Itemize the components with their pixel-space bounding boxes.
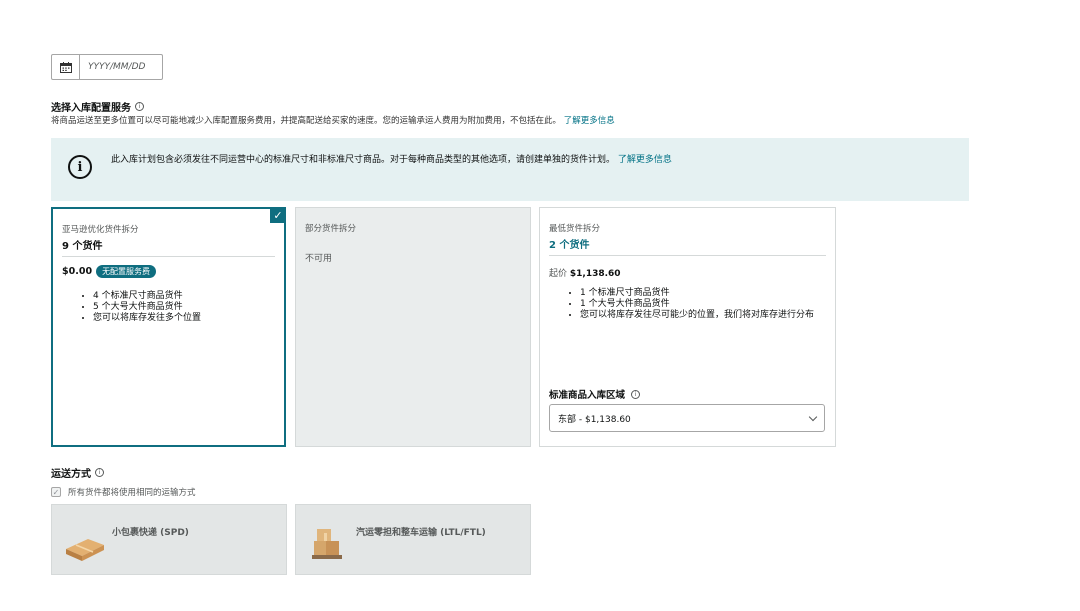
option-partial-split: 部分货件拆分 不可用 xyxy=(295,207,531,447)
region-label: 标准商品入库区域 i xyxy=(549,387,641,401)
alert-message-text: 此入库计划包含必须发往不同运营中心的标准尺寸和非标准尺寸商品。对于每种商品类型的… xyxy=(111,155,616,165)
date-input[interactable] xyxy=(80,62,160,72)
list-item: 4 个标准尺寸商品货件 xyxy=(93,291,201,302)
date-picker[interactable] xyxy=(51,54,163,80)
checkmark-icon: ✓ xyxy=(270,207,286,223)
price-value: $1,138.60 xyxy=(569,269,621,279)
option-price: $0.00 无配置服务费 xyxy=(62,265,157,278)
chevron-down-icon xyxy=(808,412,818,421)
option-subtitle: 亚马逊优化货件拆分 xyxy=(62,225,139,235)
option-title: 9 个货件 xyxy=(62,241,103,252)
option-status: 不可用 xyxy=(305,254,333,264)
alert-learn-more-link[interactable]: 了解更多信息 xyxy=(618,155,672,165)
same-method-checkbox[interactable]: ✓ xyxy=(51,487,61,497)
list-item: 1 个大号大件商品货件 xyxy=(580,299,820,310)
pallet-boxes-icon xyxy=(306,519,352,565)
list-item: 5 个大号大件商品货件 xyxy=(93,302,201,313)
placement-description: 将商品运送至更多位置可以尽可能地减少入库配置服务费用，并提高配送给买家的速度。您… xyxy=(51,114,615,126)
parcel-box-icon xyxy=(62,519,108,565)
list-item: 1 个标准尺寸商品货件 xyxy=(580,288,820,299)
option-subtitle: 部分货件拆分 xyxy=(305,224,357,234)
option-bullets: 4 个标准尺寸商品货件 5 个大号大件商品货件 您可以将库存发往多个位置 xyxy=(93,291,201,324)
price-value: $0.00 xyxy=(62,266,93,277)
shipping-method-label: 小包裹快递 (SPD) xyxy=(112,528,189,538)
option-price: 起价 $1,138.60 xyxy=(549,266,621,279)
placement-section-title: 选择入库配置服务 i xyxy=(51,99,144,114)
list-item: 您可以将库存发往多个位置 xyxy=(93,313,201,324)
option-bullets: 1 个标准尺寸商品货件 1 个大号大件商品货件 您可以将库存发往尽可能少的位置，… xyxy=(580,288,820,321)
region-select[interactable]: 东部 - $1,138.60 xyxy=(549,404,825,432)
shipping-method-label: 汽运零担和整车运输 (LTL/FTL) xyxy=(356,528,486,538)
list-item: 您可以将库存发往尽可能少的位置，我们将对库存进行分布 xyxy=(580,310,820,321)
calendar-icon[interactable] xyxy=(52,55,80,79)
no-fee-badge: 无配置服务费 xyxy=(96,265,157,278)
from-label: 起价 xyxy=(549,269,568,279)
alert-message: 此入库计划包含必须发往不同运营中心的标准尺寸和非标准尺寸商品。对于每种商品类型的… xyxy=(111,152,672,165)
option-minimal-split[interactable]: 最低货件拆分 2 个货件 起价 $1,138.60 1 个标准尺寸商品货件 1 … xyxy=(539,207,836,447)
shipping-title-text: 运送方式 xyxy=(51,469,91,480)
info-alert: i 此入库计划包含必须发往不同运营中心的标准尺寸和非标准尺寸商品。对于每种商品类… xyxy=(51,138,969,201)
info-icon[interactable]: i xyxy=(135,102,144,111)
shipping-method-spd[interactable]: 小包裹快递 (SPD) xyxy=(51,504,287,575)
shipping-method-ltl[interactable]: 汽运零担和整车运输 (LTL/FTL) xyxy=(295,504,531,575)
divider xyxy=(549,255,826,256)
placement-description-text: 将商品运送至更多位置可以尽可能地减少入库配置服务费用，并提高配送给买家的速度。您… xyxy=(51,116,562,126)
divider xyxy=(62,256,275,257)
placement-title-text: 选择入库配置服务 xyxy=(51,103,131,114)
same-method-label: 所有货件都将使用相同的运输方式 xyxy=(68,488,196,498)
placement-learn-more-link[interactable]: 了解更多信息 xyxy=(564,116,615,126)
region-select-value: 东部 - $1,138.60 xyxy=(558,414,631,425)
info-circle-icon: i xyxy=(68,155,92,179)
info-icon[interactable]: i xyxy=(631,389,641,399)
shipping-section-title: 运送方式 i xyxy=(51,465,104,480)
option-subtitle: 最低货件拆分 xyxy=(549,224,601,234)
region-label-text: 标准商品入库区域 xyxy=(549,390,626,401)
option-title: 2 个货件 xyxy=(549,240,590,251)
same-method-row: ✓ 所有货件都将使用相同的运输方式 xyxy=(51,486,196,498)
option-amazon-optimized[interactable]: ✓ 亚马逊优化货件拆分 9 个货件 $0.00 无配置服务费 4 个标准尺寸商品… xyxy=(51,207,286,447)
info-icon[interactable]: i xyxy=(95,468,104,477)
